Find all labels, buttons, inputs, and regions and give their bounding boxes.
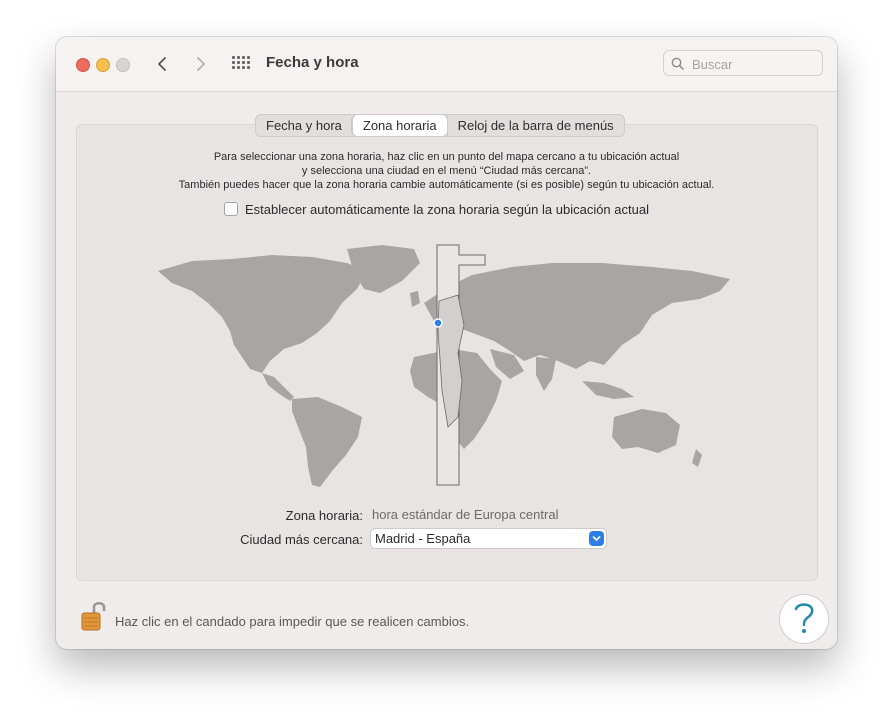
closest-city-value[interactable]: Madrid - España <box>375 531 470 546</box>
close-window-button[interactable] <box>76 58 90 72</box>
timezone-instructions: Para seleccionar una zona horaria, haz c… <box>76 150 817 192</box>
forward-button[interactable] <box>189 53 211 75</box>
grid-icon[interactable] <box>232 56 250 70</box>
map-south-america <box>292 397 362 487</box>
map-north-america <box>158 255 367 373</box>
map-new-zealand <box>692 449 702 467</box>
back-button[interactable] <box>152 53 174 75</box>
window-title: Fecha y hora <box>266 54 359 71</box>
lock-icon[interactable] <box>76 599 108 633</box>
chevron-left-icon <box>158 57 166 71</box>
closest-city-select[interactable]: Madrid - España <box>370 528 607 549</box>
location-marker <box>433 318 443 328</box>
instruction-line: También puedes hacer que la zona horaria… <box>178 179 715 191</box>
chevron-updown-icon[interactable] <box>589 531 604 546</box>
auto-timezone-checkbox[interactable] <box>224 202 238 216</box>
map-central-america <box>262 373 294 401</box>
world-timezone-map[interactable] <box>152 241 742 491</box>
help-icon <box>794 603 814 633</box>
auto-timezone-label[interactable]: Establecer automáticamente la zona horar… <box>245 202 649 217</box>
system-preferences-window: Fecha y hora Fecha y hora Zona horaria R… <box>56 37 837 649</box>
help-button[interactable] <box>779 594 829 644</box>
zoom-window-button[interactable] <box>116 58 130 72</box>
map-great-britain <box>410 291 420 307</box>
chevron-right-icon <box>197 57 205 71</box>
search-icon <box>671 57 684 70</box>
instruction-line: Para seleccionar una zona horaria, haz c… <box>213 151 680 163</box>
tab-bar: Fecha y hora Zona horaria Reloj de la ba… <box>255 114 625 137</box>
tab-reloj-barra-menus[interactable]: Reloj de la barra de menús <box>446 115 624 136</box>
map-se-asia <box>582 381 634 399</box>
tab-fecha-y-hora[interactable]: Fecha y hora <box>256 115 352 136</box>
search-field[interactable] <box>663 50 823 76</box>
lock-instruction-text: Haz clic en el candado para impedir que … <box>115 614 470 629</box>
timezone-value: hora estándar de Europa central <box>372 507 559 522</box>
closest-city-label: Ciudad más cercana: <box>240 532 363 547</box>
map-australia <box>612 409 680 453</box>
search-input[interactable] <box>690 54 818 74</box>
title-bar: Fecha y hora <box>56 37 837 92</box>
tab-zona-horaria[interactable]: Zona horaria <box>351 115 447 136</box>
instruction-line: y selecciona una ciudad en el menú “Ciud… <box>301 165 592 177</box>
timezone-label: Zona horaria: <box>285 508 363 523</box>
auto-timezone-row[interactable]: Establecer automáticamente la zona horar… <box>224 201 649 217</box>
minimize-window-button[interactable] <box>96 58 110 72</box>
